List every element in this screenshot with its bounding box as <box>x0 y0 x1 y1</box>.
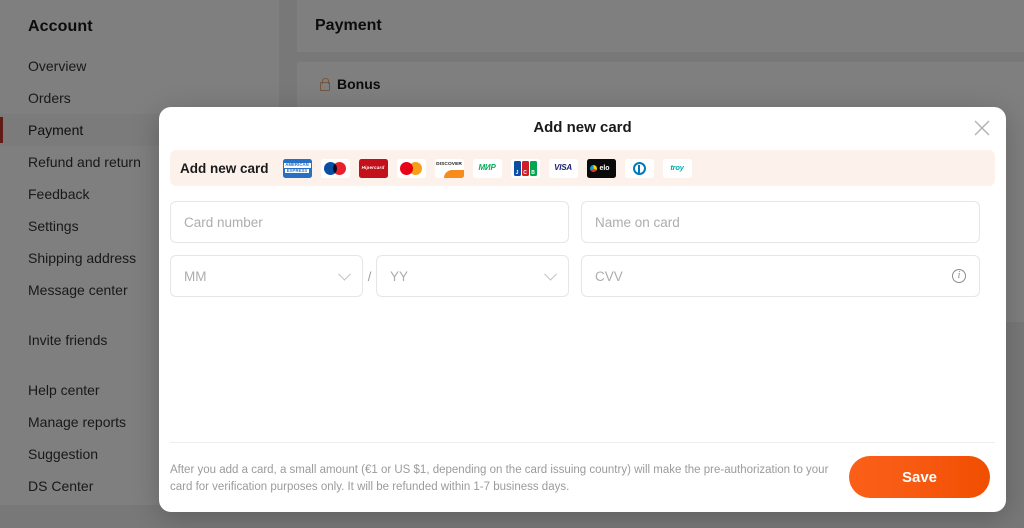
jcb-icon: JCB <box>510 158 540 178</box>
mir-icon: МИР <box>472 158 502 178</box>
dialog-footer: After you add a card, a small amount (€1… <box>159 442 1006 512</box>
expiry-separator: / <box>367 268 372 284</box>
cvv-placeholder: CVV <box>595 268 623 284</box>
chevron-down-icon <box>544 267 557 281</box>
chevron-down-icon <box>338 267 351 281</box>
expiry-year-select[interactable]: YY <box>376 255 569 297</box>
dialog-title: Add new card <box>533 119 632 136</box>
card-number-placeholder: Card number <box>184 214 263 230</box>
info-circle-icon[interactable]: i <box>952 269 966 283</box>
diners-club-icon <box>624 158 654 178</box>
brands-label: Add new card <box>180 160 269 176</box>
pre-authorization-note: After you add a card, a small amount (€1… <box>170 464 829 493</box>
name-on-card-placeholder: Name on card <box>595 214 680 230</box>
visa-icon: VISA <box>548 158 578 178</box>
hipercard-icon: Hipercard <box>358 158 388 178</box>
card-form: Card number Name on card MM / YY CVV i <box>159 186 1006 297</box>
cvv-input[interactable]: CVV i <box>581 255 980 297</box>
american-express-icon: AMERICAN EXPRESS <box>282 158 312 178</box>
card-number-input[interactable]: Card number <box>170 201 569 243</box>
supported-card-brands-banner: Add new card AMERICAN EXPRESS Hipercard D… <box>170 150 995 186</box>
expiry-month-select[interactable]: MM <box>170 255 363 297</box>
mastercard-icon <box>396 158 426 178</box>
close-icon[interactable] <box>969 115 995 141</box>
dialog-header: Add new card <box>159 107 1006 148</box>
troy-icon: troy <box>662 158 692 178</box>
expiry-month-placeholder: MM <box>184 268 207 284</box>
name-on-card-input[interactable]: Name on card <box>581 201 980 243</box>
elo-icon: elo <box>586 158 616 178</box>
discover-icon: DISCOVER <box>434 158 464 178</box>
maestro-icon <box>320 158 350 178</box>
expiry-year-placeholder: YY <box>390 268 409 284</box>
expiry-row: MM / YY <box>170 255 569 297</box>
add-new-card-dialog: Add new card Add new card AMERICAN EXPRES… <box>159 107 1006 512</box>
save-button[interactable]: Save <box>849 456 990 498</box>
